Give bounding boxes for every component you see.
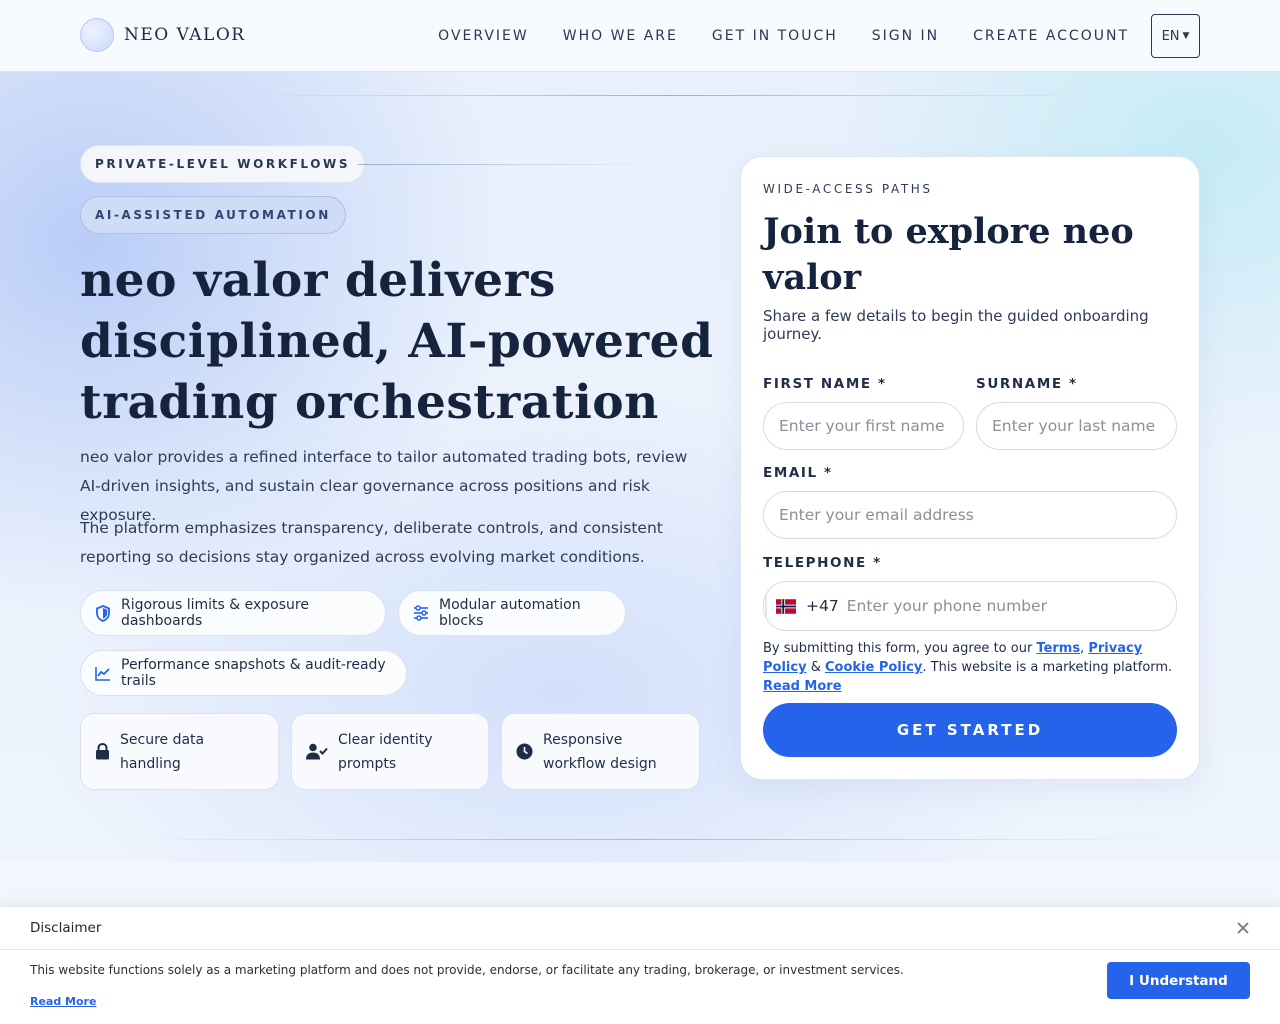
surname-field[interactable] [976,402,1177,450]
logo-mark-icon [80,18,114,52]
surname-label: SURNAME * [976,376,1078,392]
highlight-card: Responsive workflow design [501,713,700,790]
feature-chip: Performance snapshots & audit-ready trai… [80,650,407,696]
hero-paragraph: The platform emphasizes transparency, de… [80,519,663,566]
highlight-label: Clear identity prompts [338,731,433,772]
feature-chip: Modular automation blocks [398,590,626,636]
email-field[interactable] [763,491,1177,539]
highlight-card: Clear identity prompts [291,713,489,790]
terms-link[interactable]: Terms [1036,641,1080,656]
sliders-icon [414,605,428,621]
form-subtitle: Share a few details to begin the guided … [763,307,1149,343]
email-label: EMAIL * [763,465,833,481]
read-more-link[interactable]: Read More [763,679,842,694]
main-nav: OVERVIEW WHO WE ARE GET IN TOUCH SIGN IN… [404,0,1200,72]
close-icon[interactable] [1234,919,1252,937]
signup-form-card: WIDE-ACCESS PATHS Join to explore neo va… [740,156,1200,780]
lock-icon [96,743,109,760]
i-understand-button[interactable]: I Understand [1107,962,1250,999]
disclaimer-title: Disclaimer [30,920,102,936]
tag-private-workflows: PRIVATE-LEVEL WORKFLOWS [80,145,366,183]
telephone-field[interactable] [846,597,1167,615]
form-eyebrow: WIDE-ACCESS PATHS [763,182,933,196]
brand-name: NEO VALOR [124,25,246,45]
first-name-field[interactable] [763,402,964,450]
logo[interactable]: NEO VALOR [80,18,246,52]
nav-get-in-touch[interactable]: GET IN TOUCH [712,28,838,44]
tag-label: AI-ASSISTED AUTOMATION [95,208,331,222]
feature-label: Performance snapshots & audit-ready trai… [121,657,386,689]
cookie-policy-link[interactable]: Cookie Policy [825,660,922,675]
disclaimer-text: This website functions solely as a marke… [30,963,904,977]
disclaimer-header: Disclaimer [0,907,1280,950]
feature-chip: Rigorous limits & exposure dashboards [80,590,386,636]
chart-line-icon [95,666,110,681]
first-name-label: FIRST NAME * [763,376,887,392]
telephone-field-wrapper: +47 [763,581,1177,631]
feature-label: Rigorous limits & exposure dashboards [121,597,309,629]
shield-icon [96,604,110,622]
nav-sign-in[interactable]: SIGN IN [872,28,939,44]
caret-down-icon: ▼ [1182,31,1190,41]
language-label: EN [1161,28,1180,44]
tag-ai-automation: AI-ASSISTED AUTOMATION [80,196,346,234]
top-header: NEO VALOR OVERVIEW WHO WE ARE GET IN TOU… [0,0,1280,72]
user-check-icon [306,743,328,760]
divider-line [120,839,1160,840]
nav-who-we-are[interactable]: WHO WE ARE [563,28,678,44]
feature-label: Modular automation blocks [439,597,581,629]
dial-code: +47 [806,597,839,615]
nav-overview[interactable]: OVERVIEW [438,28,529,44]
language-selector[interactable]: EN ▼ [1151,14,1200,58]
legal-separator: & [806,660,825,675]
country-code-selector[interactable] [765,594,805,618]
highlight-label: Responsive workflow design [543,731,657,772]
tag-label: PRIVATE-LEVEL WORKFLOWS [95,157,351,171]
legal-text: . This website is a marketing platform. [922,660,1173,675]
telephone-label: TELEPHONE * [763,555,882,571]
norway-flag-icon [776,598,796,614]
disclaimer-banner: Disclaimer This website functions solely… [0,906,1280,1024]
legal-notice: By submitting this form, you agree to ou… [763,639,1183,696]
highlight-label: Secure data handling [120,731,205,772]
clock-icon [516,743,533,760]
get-started-button[interactable]: GET STARTED [763,703,1177,757]
highlight-card: Secure data handling [80,713,279,790]
form-title: Join to explore neo valor [763,211,1134,298]
divider-line [358,164,658,165]
hero-headline: neo valor delivers disciplined, AI-power… [80,253,714,430]
disclaimer-read-more-link[interactable]: Read More [30,995,96,1008]
divider-line [240,95,1100,96]
nav-create-account[interactable]: CREATE ACCOUNT [973,28,1129,44]
legal-text: By submitting this form, you agree to ou… [763,641,1037,656]
